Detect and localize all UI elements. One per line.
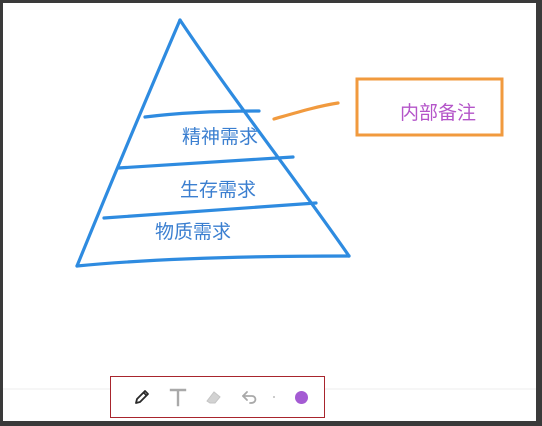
pyramid-level-label-material: 物质需求 (155, 221, 231, 243)
pyramid-level-label-spiritual: 精神需求 (182, 126, 258, 148)
undo-button[interactable] (236, 383, 263, 411)
eraser-icon (204, 387, 224, 407)
color-picker-button[interactable] (288, 383, 315, 411)
toolbar-separator (272, 395, 276, 399)
canvas-svg: 精神需求 生存需求 物质需求 内部备注 (0, 0, 542, 426)
drawing-canvas[interactable]: 精神需求 生存需求 物质需求 内部备注 (0, 0, 542, 426)
pyramid-level-label-survival: 生存需求 (180, 179, 256, 201)
drawing-toolbar (110, 376, 325, 418)
whiteboard-window: 精神需求 生存需求 物质需求 内部备注 (0, 0, 542, 426)
undo-icon (240, 387, 260, 407)
text-tool-button[interactable] (165, 383, 192, 411)
pen-icon (132, 387, 152, 407)
canvas-background (3, 3, 536, 421)
text-icon (168, 387, 188, 407)
annotation-text: 内部备注 (400, 102, 476, 124)
eraser-tool-button[interactable] (201, 383, 228, 411)
current-color-swatch (295, 390, 309, 404)
pen-tool-button[interactable] (129, 383, 156, 411)
